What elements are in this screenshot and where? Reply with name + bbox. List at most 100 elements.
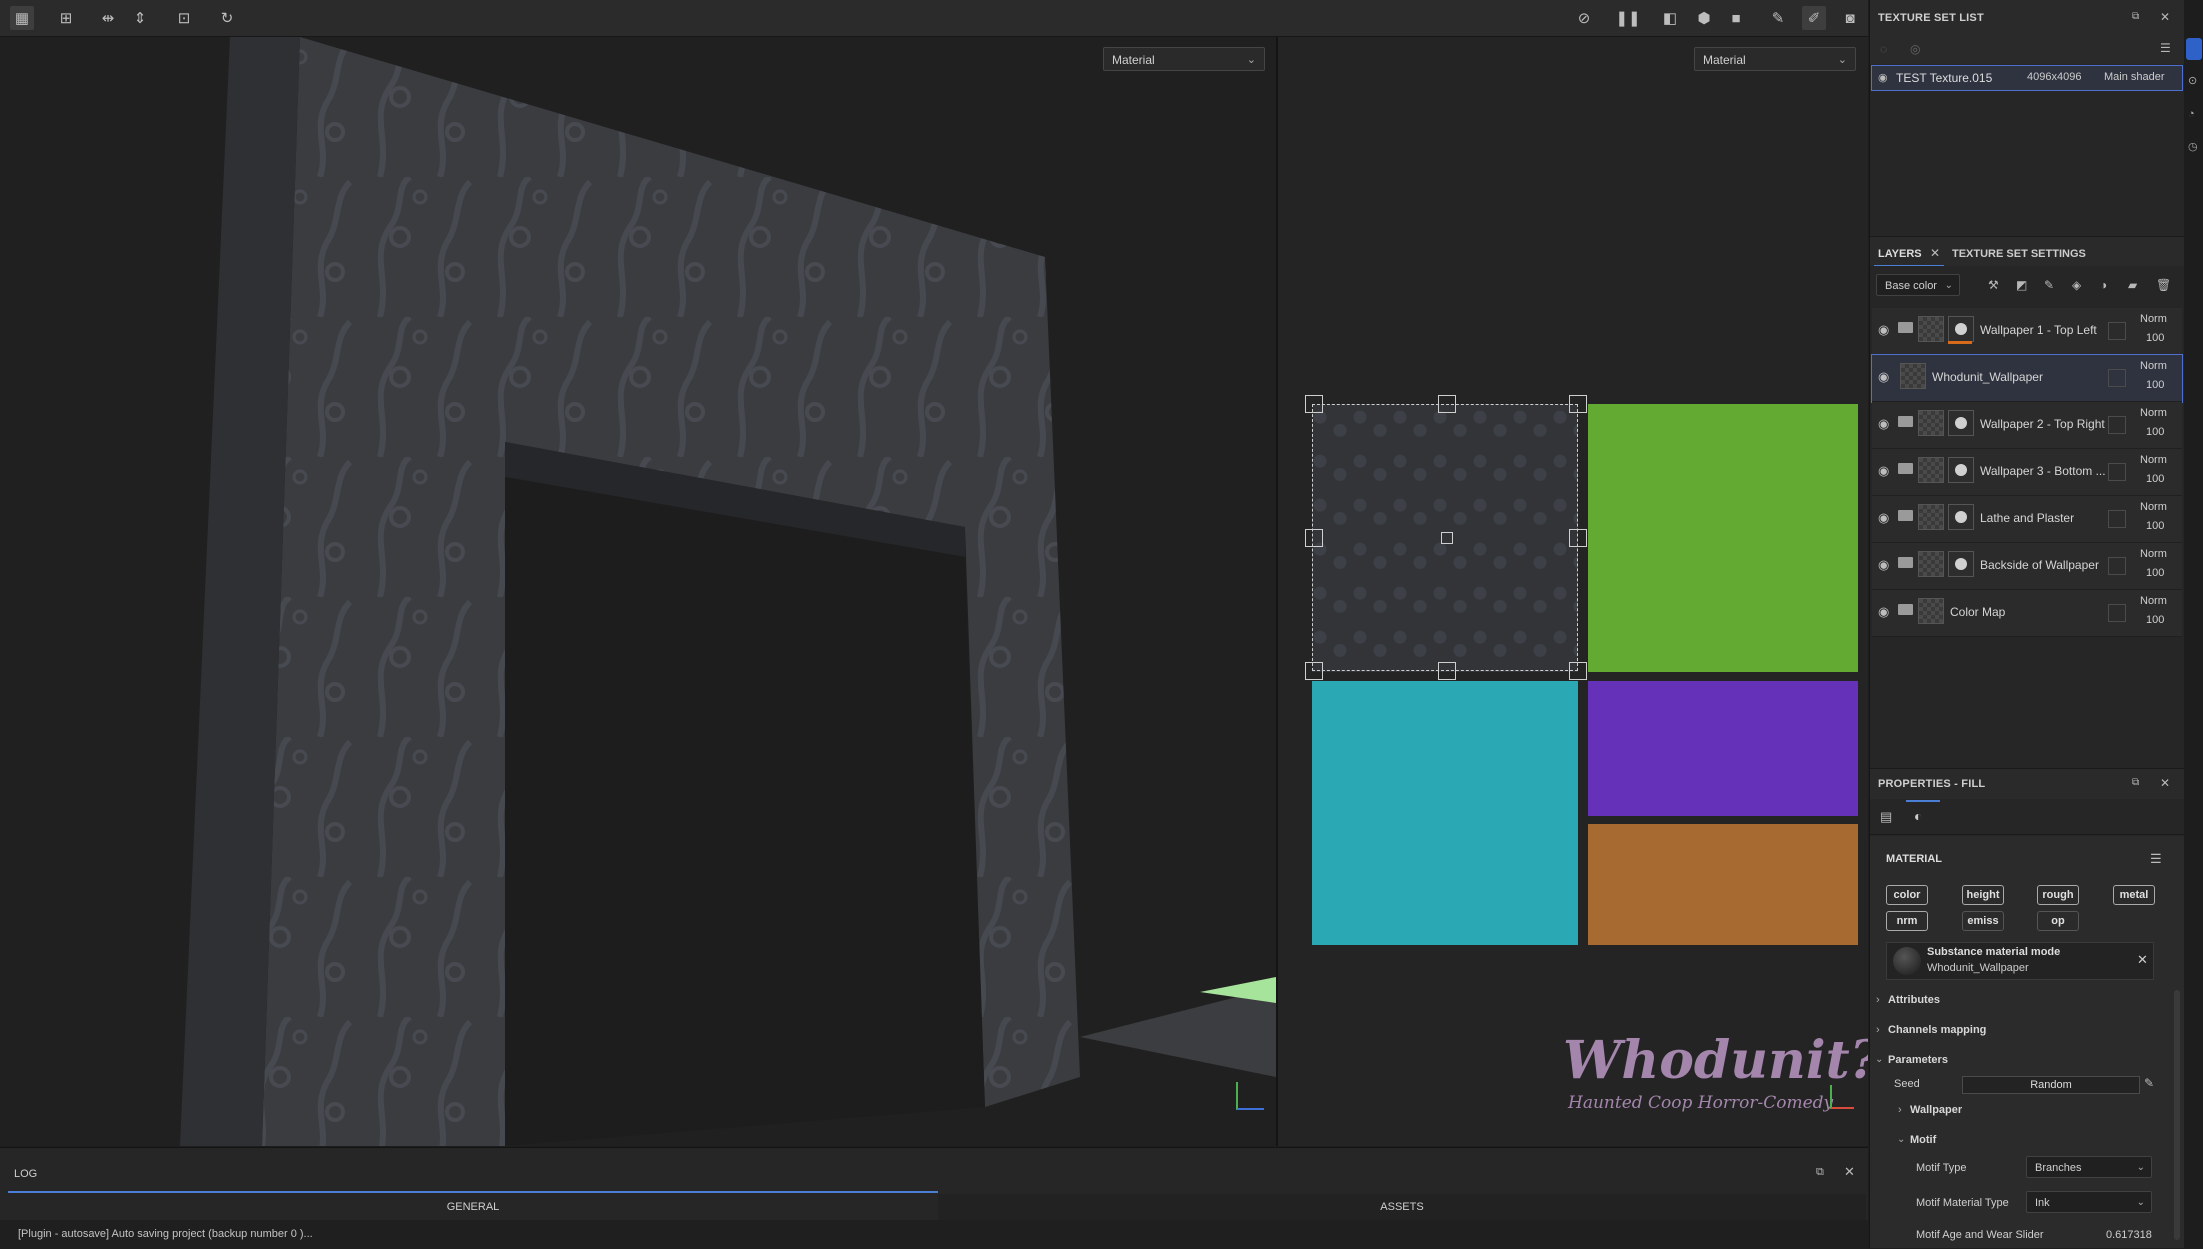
history-icon[interactable]: ↻ (215, 6, 239, 30)
mask-thumbnail[interactable] (1948, 504, 1974, 530)
add-frame-icon[interactable]: ⊡ (172, 6, 196, 30)
tab-assets[interactable]: ASSETS (938, 1194, 1866, 1220)
layer-thumbnail[interactable] (1918, 598, 1944, 624)
dock-icon[interactable]: ◷ (2188, 140, 2198, 153)
viewport-3d[interactable]: Material ⌄ (0, 37, 1276, 1146)
edit-icon[interactable]: ✎ (2144, 1076, 2154, 1090)
chevron-down-icon[interactable]: ⌄ (1875, 1054, 1883, 1065)
viewport-2d[interactable]: Material ⌄ Whodunit? Haunted Coop Horror… (1278, 37, 1868, 1146)
transform-center-handle[interactable] (1441, 532, 1453, 544)
tab-texture-set-settings[interactable]: TEXTURE SET SETTINGS (1952, 248, 2086, 260)
mask-thumbnail[interactable] (1948, 316, 1974, 342)
layer-color-swatch[interactable] (2108, 510, 2126, 528)
paint-brush-icon[interactable]: ✐ (1802, 6, 1826, 30)
transform-handle[interactable] (1305, 662, 1323, 680)
eye-icon[interactable]: ◎ (1910, 42, 1920, 56)
dock-tab-active[interactable] (2186, 38, 2202, 60)
channel-select[interactable]: Base color ⌄ (1876, 274, 1960, 296)
select-grid-icon[interactable]: ▦ (10, 6, 34, 30)
transform-handle[interactable] (1569, 529, 1587, 547)
close-icon[interactable]: ✕ (2137, 952, 2148, 968)
transform-handle[interactable] (1438, 395, 1456, 413)
wallpaper-group[interactable]: Wallpaper (1910, 1104, 1962, 1116)
chevron-down-icon[interactable]: ⌄ (1897, 1134, 1905, 1145)
blend-mode[interactable]: Norm (2140, 548, 2167, 560)
opacity-value[interactable]: 100 (2146, 426, 2164, 438)
blend-mode[interactable]: Norm (2140, 595, 2167, 607)
layer-thumbnail[interactable] (1918, 457, 1944, 483)
opacity-value[interactable]: 100 (2146, 473, 2164, 485)
effects-icon[interactable]: ⚒ (1988, 278, 1999, 292)
float-panel-icon[interactable]: ⧉ (2132, 11, 2139, 22)
transform-handle[interactable] (1569, 662, 1587, 680)
layer-row[interactable]: ◉ Wallpaper 1 - Top Left Norm 100 (1872, 308, 2182, 355)
menu-icon[interactable]: ☰ (2160, 41, 2171, 55)
opacity-value[interactable]: 100 (2146, 332, 2164, 344)
channel-nrm-button[interactable]: nrm (1886, 911, 1928, 931)
opacity-value[interactable]: 100 (2146, 567, 2164, 579)
layer-color-swatch[interactable] (2108, 416, 2126, 434)
fill-layer-icon[interactable]: ◈ (2072, 278, 2081, 292)
dock-icon[interactable]: ◔ (2188, 108, 2195, 120)
channel-height-button[interactable]: height (1962, 885, 2004, 905)
channel-emiss-button[interactable]: emiss (1962, 911, 2004, 931)
smart-material-icon[interactable]: ◑ (2100, 278, 2107, 292)
tiling-icon[interactable]: ⊞ (54, 6, 78, 30)
chevron-right-icon[interactable]: › (1876, 1024, 1880, 1036)
transform-handle[interactable] (1305, 529, 1323, 547)
transform-handle[interactable] (1305, 395, 1323, 413)
dock-icon[interactable]: ⊙ (2188, 74, 2197, 87)
parameters-section[interactable]: Parameters (1888, 1054, 1948, 1066)
eye-icon[interactable]: ◉ (1878, 416, 1889, 432)
channel-color-button[interactable]: color (1886, 885, 1928, 905)
mirror-y-icon[interactable]: ⇕ (128, 6, 152, 30)
layer-row[interactable]: ◉ Wallpaper 2 - Top Right Norm 100 (1872, 402, 2182, 449)
material-sphere-icon[interactable]: ◐ (1914, 808, 1922, 824)
eye-icon[interactable]: ◉ (1878, 510, 1889, 526)
transform-handle[interactable] (1438, 662, 1456, 680)
uv-island-mid-right[interactable] (1588, 681, 1858, 816)
camera-icon[interactable]: ■ (1724, 6, 1748, 30)
tab-layers[interactable]: LAYERS (1878, 248, 1922, 260)
viewport-3d-mode-select[interactable]: Material ⌄ (1103, 47, 1265, 71)
mask-icon[interactable]: ◩ (2016, 278, 2027, 292)
channel-op-button[interactable]: op (2037, 911, 2079, 931)
layer-thumbnail[interactable] (1918, 410, 1944, 436)
delete-icon[interactable]: 🗑 (2156, 278, 2171, 292)
texture-set-item[interactable]: ◉ TEST Texture.015 4096x4096 Main shader (1871, 65, 2183, 91)
layer-thumbnail[interactable] (1918, 504, 1944, 530)
motif-type-select[interactable]: Branches ⌄ (2026, 1156, 2152, 1178)
close-icon[interactable]: ✕ (2160, 776, 2170, 790)
blend-mode[interactable]: Norm (2140, 313, 2167, 325)
fill-properties-icon[interactable]: ▤ (1880, 809, 1892, 825)
mask-thumbnail[interactable] (1948, 410, 1974, 436)
layer-color-swatch[interactable] (2108, 557, 2126, 575)
layer-row[interactable]: ◉ Backside of Wallpaper Norm 100 (1872, 543, 2182, 590)
eye-icon[interactable]: ◉ (1878, 322, 1889, 338)
eye-icon[interactable]: ◉ (1878, 557, 1889, 573)
float-panel-icon[interactable]: ⧉ (1816, 1166, 1824, 1179)
mask-thumbnail[interactable] (1948, 551, 1974, 577)
opacity-value[interactable]: 100 (2146, 614, 2164, 626)
blend-mode[interactable]: Norm (2140, 360, 2167, 372)
opacity-value[interactable]: 100 (2146, 379, 2164, 391)
layer-color-swatch[interactable] (2108, 322, 2126, 340)
layer-thumbnail[interactable] (1918, 551, 1944, 577)
seed-random-button[interactable]: Random (1962, 1076, 2140, 1094)
layer-thumbnail[interactable] (1918, 316, 1944, 342)
channel-metal-button[interactable]: metal (2113, 885, 2155, 905)
blend-mode[interactable]: Norm (2140, 454, 2167, 466)
layer-row[interactable]: ◉ Color Map Norm 100 (1872, 590, 2182, 637)
menu-icon[interactable]: ☰ (2150, 851, 2162, 867)
layer-thumbnail[interactable] (1900, 363, 1926, 389)
eye-icon[interactable]: ◉ (1878, 463, 1889, 479)
split-view-icon[interactable]: ◧ (1658, 6, 1682, 30)
properties-scrollbar[interactable] (2174, 990, 2180, 1240)
layer-row[interactable]: ◉ Whodunit_Wallpaper Norm 100 (1871, 354, 2183, 403)
hide-icon[interactable]: ⊘ (1572, 6, 1596, 30)
uv-island-bottom-left[interactable] (1312, 681, 1578, 945)
close-icon[interactable]: ✕ (2160, 10, 2170, 24)
mask-thumbnail[interactable] (1948, 457, 1974, 483)
pause-icon[interactable]: ❚❚ (1615, 6, 1640, 30)
eye-icon[interactable]: ◉ (1878, 369, 1889, 385)
